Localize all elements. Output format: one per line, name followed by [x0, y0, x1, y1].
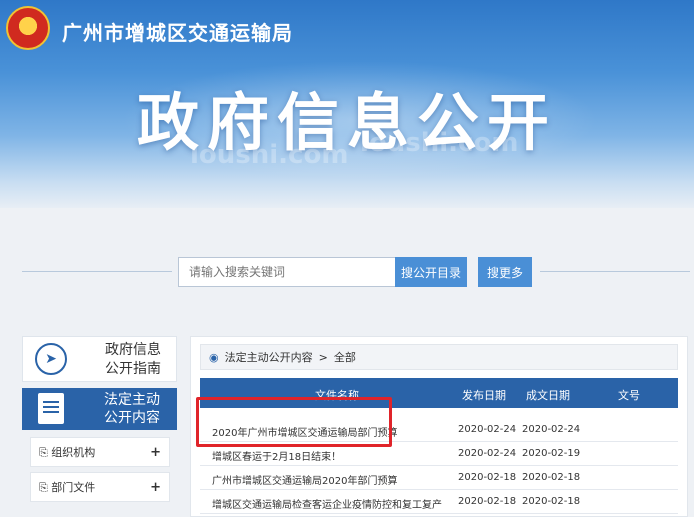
table-row[interactable]: 广州市增城区交通运输局2020年部门预算 2020-02-18 2020-02-…: [200, 466, 678, 490]
sidebar-active-label-line1: 法定主动: [104, 392, 160, 408]
watermark: loushi.com: [360, 128, 519, 158]
header-banner: 广州市增城区交通运输局 政府信息公开 loushi.com loushi.com: [0, 0, 694, 208]
sidebar-guide-label: 政府信息 公开指南: [93, 341, 173, 379]
search-catalog-button[interactable]: 搜公开目录: [395, 257, 467, 287]
sidebar-subitem-organization[interactable]: ⎘ 组织机构 +: [30, 437, 170, 467]
row-published-date: 2020-02-24: [458, 424, 517, 435]
sidebar-subitem-text: 部门文件: [51, 481, 96, 494]
search-divider-left: [22, 271, 172, 272]
sidebar-active-label-line2: 公开内容: [104, 410, 160, 426]
sidebar-guide-label-line2: 公开指南: [105, 361, 161, 377]
row-title-link[interactable]: 增城区春运于2月18日结束！: [212, 448, 452, 463]
expand-plus-icon[interactable]: +: [150, 445, 161, 460]
sidebar-subitem-label: ⎘ 组织机构: [39, 446, 96, 459]
column-header-doc-number: 文号: [618, 389, 640, 402]
document-edit-icon: [38, 393, 64, 424]
row-created-date: 2020-02-18: [522, 472, 581, 483]
row-title-link[interactable]: 广州市增城区交通运输局2020年部门预算: [212, 472, 452, 487]
sidebar-item-guide[interactable]: ➤ 政府信息 公开指南: [22, 336, 177, 382]
sidebar-item-mandatory-disclosure[interactable]: 法定主动 公开内容: [22, 388, 177, 430]
location-pin-icon: ◉: [209, 350, 219, 364]
org-name[interactable]: 广州市增城区交通运输局: [62, 17, 293, 46]
compass-icon: ➤: [35, 343, 67, 375]
row-created-date: 2020-02-18: [522, 496, 581, 507]
search-more-button[interactable]: 搜更多: [478, 257, 532, 287]
breadcrumb-separator: >: [318, 350, 328, 364]
row-published-date: 2020-02-18: [458, 496, 517, 507]
breadcrumb-current: 全部: [333, 351, 356, 364]
row-created-date: 2020-02-24: [522, 424, 581, 435]
row-title-link[interactable]: 增城区交通运输局检查客运企业疫情防控和复工复产: [212, 496, 452, 511]
sidebar-subitem-text: 组织机构: [51, 446, 96, 459]
row-created-date: 2020-02-19: [522, 448, 581, 459]
column-header-published: 发布日期: [462, 389, 506, 402]
breadcrumb-section[interactable]: 法定主动公开内容: [225, 349, 313, 365]
sidebar-guide-label-line1: 政府信息: [105, 342, 161, 358]
search-divider-right: [540, 271, 690, 272]
watermark: loushi.com: [190, 140, 349, 170]
national-emblem-icon: [6, 6, 50, 50]
table-row[interactable]: 增城区交通运输局检查客运企业疫情防控和复工复产 2020-02-18 2020-…: [200, 490, 678, 514]
sidebar-active-label: 法定主动 公开内容: [92, 391, 172, 427]
sidebar-subitem-label: ⎘ 部门文件: [39, 481, 96, 494]
row-published-date: 2020-02-24: [458, 448, 517, 459]
highlight-annotation-box: [196, 397, 392, 447]
column-header-created: 成文日期: [526, 389, 570, 402]
sidebar-subitem-department-files[interactable]: ⎘ 部门文件 +: [30, 472, 170, 502]
breadcrumb: ◉ 法定主动公开内容 > 全部: [200, 344, 678, 370]
search-input[interactable]: [178, 257, 396, 287]
expand-plus-icon[interactable]: +: [150, 480, 161, 495]
row-published-date: 2020-02-18: [458, 472, 517, 483]
